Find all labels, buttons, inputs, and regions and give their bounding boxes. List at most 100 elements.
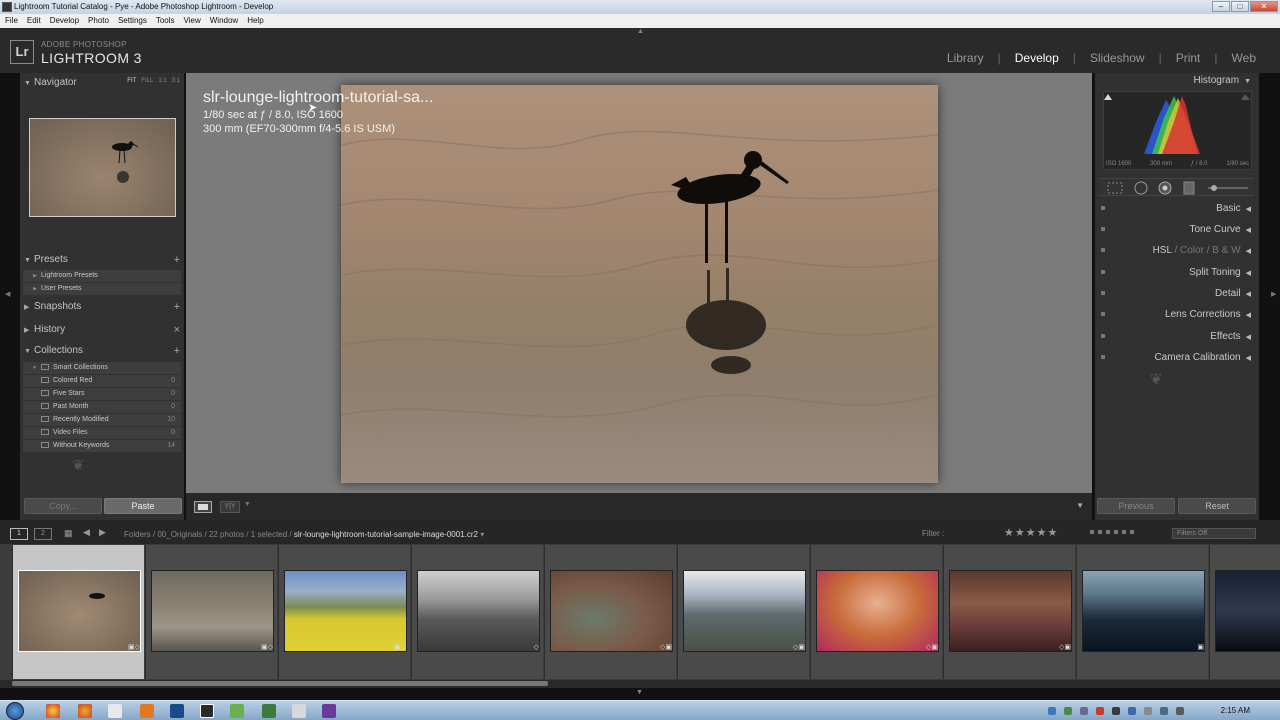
add-preset-icon[interactable]: + [174,254,180,266]
camera-calibration-panel-header[interactable]: Camera Calibration ◀ [1101,352,1251,363]
filmstrip-thumbnail[interactable]: ▣◇ [278,545,410,679]
tray-icon[interactable] [1096,707,1104,715]
add-snapshot-icon[interactable]: + [174,301,180,313]
lightroom-taskbar-icon[interactable] [200,704,214,718]
photoshop-icon[interactable] [170,704,184,718]
collections-header[interactable]: ▼ Collections + [24,345,182,357]
tray-icon[interactable] [1112,707,1120,715]
add-collection-icon[interactable]: + [174,345,180,357]
filmstrip-thumbnail[interactable]: ◇▣ [677,545,809,679]
close-button[interactable]: ✕ [1250,1,1278,12]
collection-item[interactable]: Without Keywords 14 [23,440,181,452]
module-slideshow[interactable]: Slideshow [1090,51,1145,65]
clear-history-icon[interactable]: × [174,324,180,336]
zoom-3-1[interactable]: 3:1 [172,78,180,84]
filmstrip-thumbnail[interactable]: ▣◇ [12,545,144,679]
tray-icon[interactable] [1064,707,1072,715]
app-icon[interactable] [262,704,276,718]
collection-item[interactable]: Video Files 0 [23,427,181,439]
filmstrip-thumbnail[interactable]: ◇▣ [544,545,676,679]
tray-icon[interactable] [1144,707,1152,715]
menu-file[interactable]: File [5,14,18,28]
menu-window[interactable]: Window [210,14,238,28]
top-panel-toggle-icon[interactable]: ▲ [637,28,644,35]
view-options-dropdown-icon[interactable]: ▼ [244,501,251,508]
detail-panel-header[interactable]: Detail ◀ [1101,288,1251,299]
main-window-button[interactable]: 1 [10,528,28,540]
copy-settings-button[interactable]: Copy... [24,498,102,514]
tray-icon[interactable] [1128,707,1136,715]
zoom-fit[interactable]: FIT [127,78,136,84]
zoom-fill[interactable]: FILL [141,78,153,84]
main-photo[interactable] [340,85,939,483]
left-panel-toggle-icon[interactable]: ◀ [5,290,10,298]
panel-switch-icon[interactable] [1101,334,1105,338]
collection-set[interactable]: ▼ Smart Collections [23,362,181,374]
color-label-filter[interactable] [1090,530,1134,534]
paste-settings-button[interactable]: Paste [104,498,182,514]
split-toning-panel-header[interactable]: Split Toning ◀ [1101,267,1251,278]
hsl-panel-header[interactable]: HSL / Color / B & W ◀ [1101,245,1251,256]
volume-icon[interactable] [1176,707,1184,715]
filmstrip-scrollbar[interactable] [12,681,548,686]
app-icon[interactable] [292,704,306,718]
source-dropdown-icon[interactable]: ▾ [480,530,484,539]
filmstrip-thumbnail[interactable]: ◇ [411,545,543,679]
right-panel-toggle-icon[interactable]: ▶ [1271,290,1276,298]
start-button[interactable] [6,702,24,720]
menu-settings[interactable]: Settings [118,14,147,28]
filmstrip-thumbnail[interactable]: ◇▣ [943,545,1075,679]
filmstrip-thumbnail[interactable]: ▣ [1076,545,1208,679]
panel-switch-icon[interactable] [1101,206,1105,210]
panel-switch-icon[interactable] [1101,227,1105,231]
secondary-window-button[interactable]: 2 [34,528,52,540]
effects-panel-header[interactable]: Effects ◀ [1101,331,1251,342]
preset-folder[interactable]: ▶ Lightroom Presets [23,270,181,282]
firefox-icon[interactable] [78,704,92,718]
maximize-button[interactable]: □ [1231,1,1249,12]
zoom-1-1[interactable]: 1:1 [158,78,166,84]
filmstrip-thumbnail[interactable]: ▣◇ [145,545,277,679]
module-develop[interactable]: Develop [1015,51,1059,65]
chrome-icon[interactable] [46,704,60,718]
toolbar-menu-icon[interactable]: ▼ [1076,501,1084,510]
menu-view[interactable]: View [184,14,201,28]
tab-bw[interactable]: B & W [1212,245,1240,256]
menu-help[interactable]: Help [247,14,263,28]
tone-curve-panel-header[interactable]: Tone Curve ◀ [1101,224,1251,235]
lens-corrections-panel-header[interactable]: Lens Corrections ◀ [1101,309,1251,320]
menu-tools[interactable]: Tools [156,14,175,28]
panel-switch-icon[interactable] [1101,312,1105,316]
forward-arrow-icon[interactable]: ▶ [99,527,106,538]
history-header[interactable]: ▶ History × [24,324,182,336]
menu-edit[interactable]: Edit [27,14,41,28]
panel-switch-icon[interactable] [1101,291,1105,295]
filmstrip-thumbnail[interactable]: ◇▣ [810,545,942,679]
app-icon[interactable] [230,704,244,718]
presets-header[interactable]: ▼ Presets + [24,254,182,266]
before-after-view-icon[interactable]: Y|Y [220,501,240,513]
minimize-button[interactable]: – [1212,1,1230,12]
panel-switch-icon[interactable] [1101,248,1105,252]
loupe-view-icon[interactable] [194,501,212,513]
preset-folder[interactable]: ▶ User Presets [23,283,181,295]
menu-photo[interactable]: Photo [88,14,109,28]
clock[interactable]: 2:15 AM [1221,706,1250,715]
app-icon[interactable] [322,704,336,718]
back-arrow-icon[interactable]: ◀ [83,527,90,538]
filter-preset-select[interactable]: Filters Off [1172,528,1256,539]
explorer-icon[interactable] [108,704,122,718]
rating-filter[interactable]: ★★★★★ [1004,526,1058,539]
histogram-header[interactable]: Histogram ▼ [1101,75,1251,86]
network-icon[interactable] [1160,707,1168,715]
module-web[interactable]: Web [1232,51,1256,65]
module-library[interactable]: Library [947,51,984,65]
histogram[interactable]: ISO 1600 300 mm ƒ / 8.0 1/80 sec [1103,91,1252,170]
filmstrip-source-path[interactable]: Folders / 00_Originals / 22 photos / 1 s… [124,530,484,539]
collection-item[interactable]: Past Month 0 [23,401,181,413]
reset-button[interactable]: Reset [1178,498,1256,514]
menu-develop[interactable]: Develop [50,14,79,28]
previous-button[interactable]: Previous [1097,498,1175,514]
module-print[interactable]: Print [1176,51,1201,65]
panel-switch-icon[interactable] [1101,270,1105,274]
